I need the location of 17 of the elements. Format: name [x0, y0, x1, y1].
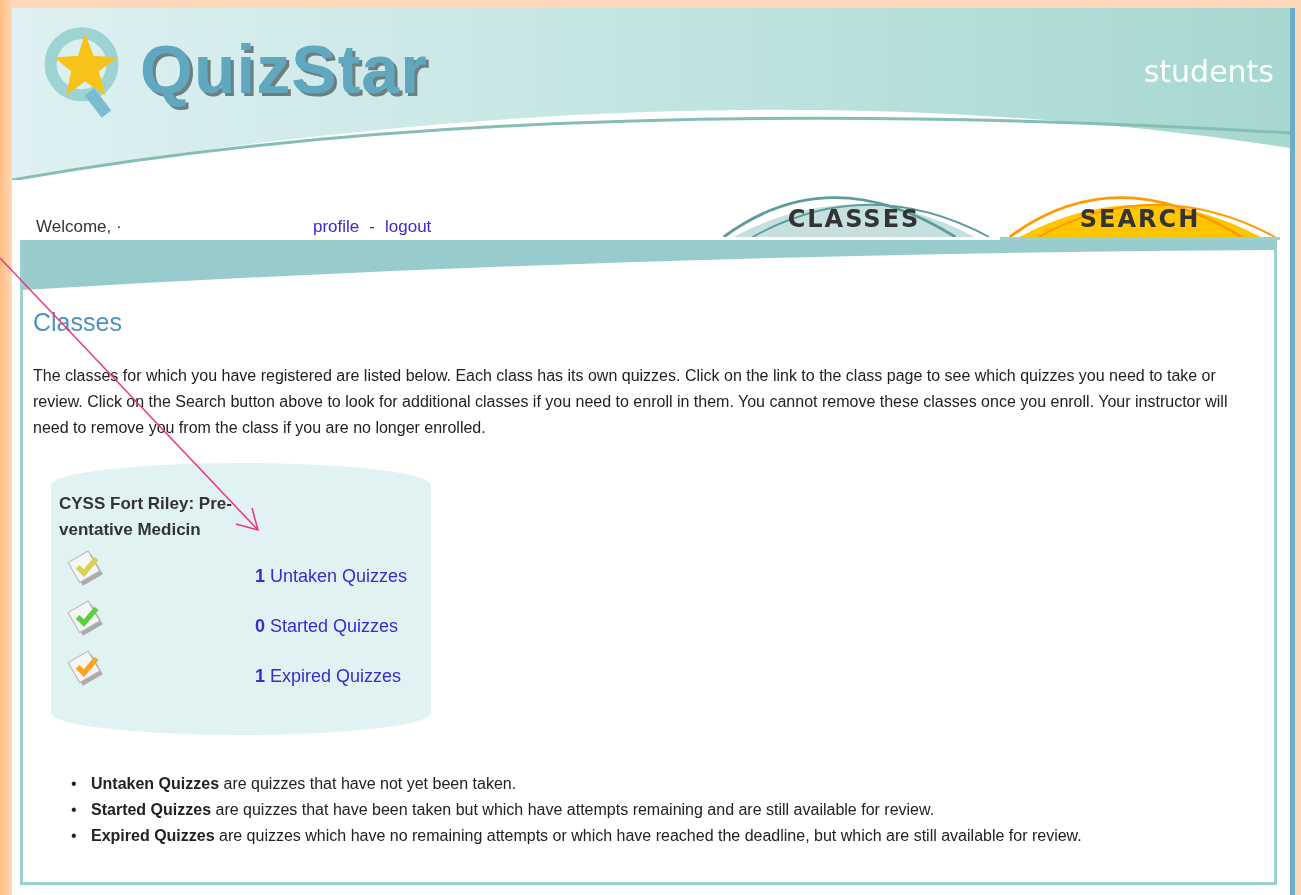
bullet-mark: •	[71, 800, 78, 820]
legend-text: Untaken Quizzes are quizzes that have not yet been taken.	[91, 774, 517, 794]
section-label: students	[1143, 54, 1274, 89]
quiz-count-link[interactable]: 1 Untaken Quizzes	[255, 565, 408, 587]
bullet-mark: •	[71, 826, 78, 846]
separator-text: -	[369, 217, 375, 237]
logo-text: QuizStar	[140, 30, 428, 109]
nav-tab[interactable]: CLASSES	[714, 182, 994, 240]
quiz-count-link[interactable]: 1 Expired Quizzes	[255, 665, 402, 687]
class-title-link[interactable]: CYSS Fort Riley: Pre-ventative Medicin	[59, 491, 274, 543]
legend-text: Started Quizzes are quizzes that have been taken but which have attempts remaining and are still available for review.	[91, 800, 935, 820]
legend-text: Expired Quizzes are quizzes which have no remaining attempts or which have reached the deadline, but which are still available for review.	[91, 826, 1082, 846]
bullet-mark: •	[71, 774, 78, 794]
profile-link[interactable]: profile	[313, 217, 360, 237]
quiz-count-link[interactable]: 0 Started Quizzes	[255, 615, 399, 637]
logout-link[interactable]: logout	[385, 217, 432, 237]
welcome-text: Welcome, ·	[36, 217, 123, 238]
